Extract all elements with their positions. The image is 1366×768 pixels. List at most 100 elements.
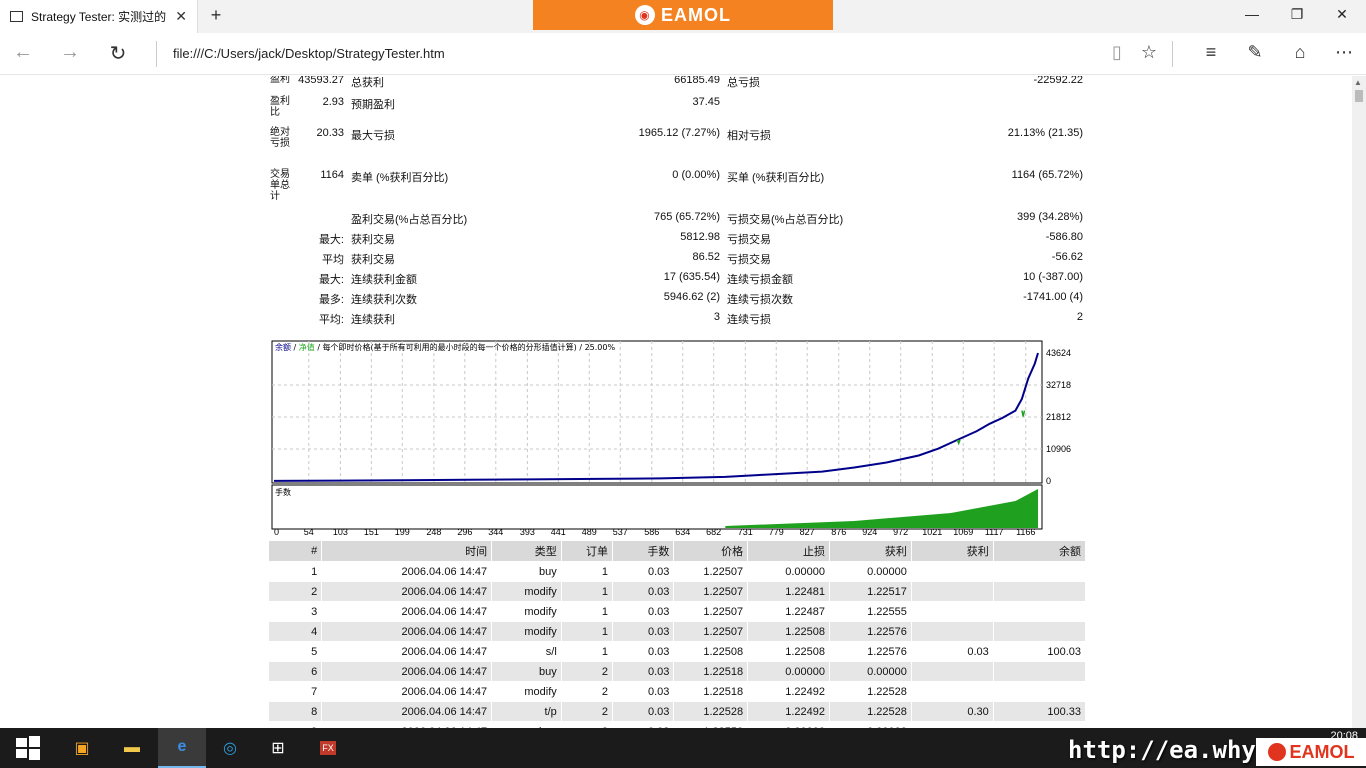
table-cell: 2: [560, 661, 613, 682]
eamol-logo-icon: ◉: [635, 5, 655, 25]
refresh-icon[interactable]: ↻: [105, 41, 131, 66]
stat-cell-c4: 3: [713, 311, 720, 323]
table-row[interactable]: 5 2006.04.06 14:47 s/l 1 0.03 1.22508 1.22508 1…: [267, 641, 1087, 662]
scroll-up-icon[interactable]: ▲: [1354, 78, 1362, 87]
start-windows-icon[interactable]: [4, 728, 52, 768]
column-header: 获利: [828, 540, 912, 562]
stat-cell-c4: 1965.12 (7.27%): [638, 127, 720, 139]
favorite-star-icon[interactable]: ☆: [1137, 42, 1161, 63]
stat-cell-c6: 1164 (65.72%): [1011, 169, 1083, 181]
maximize-icon[interactable]: ❐: [1287, 6, 1307, 23]
table-cell: 0.00000: [828, 561, 912, 582]
more-icon[interactable]: ⋯: [1332, 42, 1356, 63]
stat-cell-c2: 最大:: [318, 274, 344, 286]
table-cell: 1: [560, 561, 613, 582]
table-row[interactable]: 8 2006.04.06 14:47 t/p 2 0.03 1.22528 1.22492 1…: [267, 701, 1087, 722]
x-tick-label: 103: [333, 527, 348, 535]
scroll-thumb[interactable]: [1355, 90, 1363, 102]
table-cell: 0.03: [611, 581, 675, 602]
column-header: #: [267, 540, 323, 562]
table-cell: [992, 601, 1087, 622]
table-cell: 100.03: [992, 641, 1087, 662]
table-cell: 1.22507: [673, 581, 749, 602]
url-field[interactable]: file:///C:/Users/jack/Desktop/StrategyTe…: [156, 41, 445, 67]
watermark-logo-text: EAMOL: [1289, 741, 1355, 762]
legend-description: / 每个即时价格(基于所有可利用的最小时段的每一个价格的分形插值计算) / 25…: [315, 342, 616, 352]
web-note-icon[interactable]: ✎: [1243, 42, 1267, 63]
vertical-scrollbar[interactable]: ▲: [1352, 76, 1366, 728]
table-cell: [992, 661, 1087, 682]
stat-cell-c5: 相对亏损: [727, 130, 771, 142]
stats-row: 盈利交易(%占总百分比) 765 (65.72%) 亏损交易(%占总百分比) 399 …: [268, 209, 1088, 229]
table-cell: t/p: [491, 701, 562, 722]
stat-cell-c6: 2: [1076, 311, 1083, 323]
store-icon[interactable]: ⊞: [254, 728, 302, 768]
table-row[interactable]: 1 2006.04.06 14:47 buy 1 0.03 1.22507 0.00000 0…: [267, 561, 1087, 582]
x-tick-label: 0: [274, 527, 279, 535]
close-window-icon[interactable]: ✕: [1332, 6, 1352, 23]
stat-cell-c4: 37.45: [692, 96, 720, 108]
table-cell: 0.03: [910, 641, 994, 662]
stat-cell-c5: 总亏损: [727, 77, 760, 89]
stat-cell-c4: 5946.62 (2): [663, 291, 720, 303]
x-tick-label: 537: [613, 527, 628, 535]
table-cell: 1.22528: [673, 701, 749, 722]
stat-cell-c1: 盈利比: [270, 96, 290, 118]
forward-arrow-icon[interactable]: →: [57, 41, 83, 64]
table-cell: [992, 681, 1087, 702]
stats-row: 平均 获利交易 86.52 亏损交易 -56.62: [268, 249, 1088, 269]
table-row[interactable]: 6 2006.04.06 14:47 buy 2 0.03 1.22518 0.00000 0…: [267, 661, 1087, 682]
x-tick-label: 634: [675, 527, 690, 535]
fxpro-icon[interactable]: FX: [304, 728, 352, 768]
table-cell: 1.22508: [673, 641, 749, 662]
table-cell: buy: [491, 561, 562, 582]
table-cell: 2006.04.06 14:47: [321, 661, 493, 682]
stat-cell-c4: 66185.49: [674, 76, 720, 86]
stat-cell-c4: 0 (0.00%): [672, 169, 720, 181]
stat-cell-c4: 86.52: [692, 251, 720, 263]
package-app-icon[interactable]: ▣: [58, 728, 106, 768]
compass-app-icon[interactable]: ◎: [206, 728, 254, 768]
page-icon: [10, 11, 23, 22]
stats-row: 最大: 获利交易 5812.98 亏损交易 -586.80: [268, 229, 1088, 249]
hub-icon[interactable]: ≡: [1199, 42, 1223, 63]
new-tab-button[interactable]: +: [205, 5, 227, 26]
table-cell: 1.22528: [828, 701, 912, 722]
stats-row: 最多: 连续获利次数 5946.62 (2) 连续亏损次数 -1741.00 (4): [268, 289, 1088, 309]
edge-browser-icon[interactable]: e: [158, 728, 206, 768]
stat-cell-c2: 最多:: [318, 294, 344, 306]
table-cell: modify: [491, 681, 562, 702]
chart-frame: [271, 340, 1043, 484]
close-tab-icon[interactable]: ✕: [175, 8, 187, 25]
stat-cell-c4: 5812.98: [680, 231, 720, 243]
table-cell: 2: [267, 581, 323, 602]
table-cell: [910, 581, 994, 602]
minimize-icon[interactable]: —: [1242, 6, 1262, 22]
title-bar: Strategy Tester: 实测过的 ✕ + ◉ EAMOL — ❐ ✕: [0, 0, 1366, 33]
table-row[interactable]: 4 2006.04.06 14:47 modify 1 0.03 1.22507 1.225…: [267, 621, 1087, 642]
stat-cell-c5: 买单 (%获利百分比): [727, 172, 825, 184]
y-tick-label: 43624: [1046, 348, 1071, 358]
stats-row: 盈利 43593.27 总获利 66185.49 总亏损 -22592.22: [268, 76, 1088, 92]
reading-view-icon[interactable]: ▯: [1105, 42, 1129, 63]
table-row[interactable]: 7 2006.04.06 14:47 modify 2 0.03 1.22518 1.224…: [267, 681, 1087, 702]
table-cell: 0.03: [611, 621, 675, 642]
y-tick-label: 10906: [1046, 444, 1071, 454]
table-cell: 2: [560, 681, 613, 702]
column-header: 手数: [611, 540, 675, 562]
table-row[interactable]: 2 2006.04.06 14:47 modify 1 0.03 1.22507 1.224…: [267, 581, 1087, 602]
balance-chart: 43624 32718 21812 10906 0 0 54 103 151 199 248 296 3…: [271, 340, 1071, 535]
file-explorer-icon[interactable]: ▬: [108, 728, 156, 768]
x-tick-label: 489: [582, 527, 597, 535]
share-icon[interactable]: ⌂: [1288, 42, 1312, 63]
table-cell: [910, 601, 994, 622]
address-bar: ← → ↻ file:///C:/Users/jack/Desktop/Stra…: [0, 33, 1366, 75]
stat-cell-c3: 连续获利金额: [351, 274, 417, 286]
browser-tab[interactable]: Strategy Tester: 实测过的 ✕: [0, 0, 198, 33]
back-arrow-icon[interactable]: ←: [10, 41, 36, 64]
stat-cell-c5: 亏损交易: [727, 254, 771, 266]
x-tick-label: 586: [644, 527, 659, 535]
table-row[interactable]: 3 2006.04.06 14:47 modify 1 0.03 1.22507 1.224…: [267, 601, 1087, 622]
table-cell: modify: [491, 621, 562, 642]
x-tick-label: 1021: [922, 527, 942, 535]
